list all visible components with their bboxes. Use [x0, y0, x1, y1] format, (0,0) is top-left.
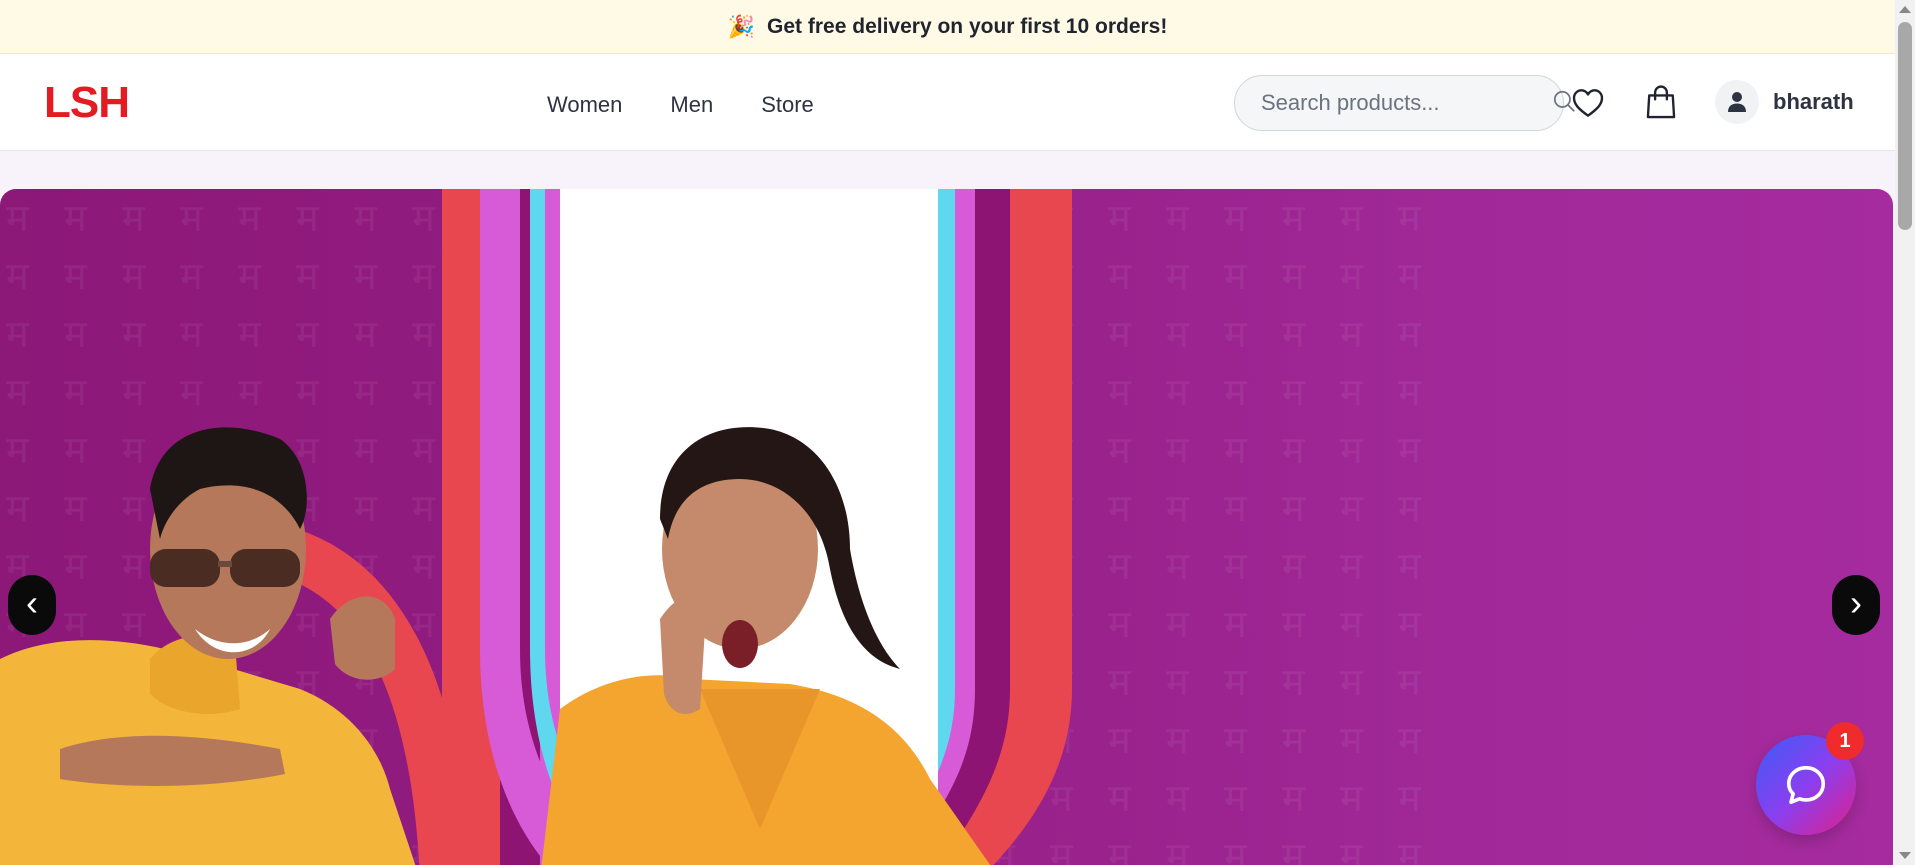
page-scrollbar[interactable]	[1895, 0, 1915, 865]
nav-women[interactable]: Women	[547, 91, 622, 119]
scroll-up-arrow-icon[interactable]	[1899, 6, 1911, 13]
shopping-bag-icon[interactable]	[1640, 81, 1682, 123]
main-nav: Women Men Store	[547, 91, 814, 119]
hero-banner-image: म	[0, 189, 1450, 865]
promo-banner: 🎉 Get free delivery on your first 10 ord…	[0, 0, 1895, 54]
logo[interactable]: LSH	[44, 81, 130, 125]
search-box	[1234, 75, 1575, 131]
hero-carousel: म	[0, 189, 1893, 865]
scrollbar-thumb[interactable]	[1898, 22, 1912, 230]
nav-men[interactable]: Men	[670, 91, 713, 119]
party-popper-icon: 🎉	[727, 13, 756, 39]
carousel-next-button[interactable]: ›	[1832, 575, 1880, 635]
chat-bubble-icon	[1786, 765, 1826, 805]
page: 🎉 Get free delivery on your first 10 ord…	[0, 0, 1915, 865]
username[interactable]: bharath	[1773, 89, 1854, 115]
user-avatar-icon[interactable]	[1715, 80, 1759, 124]
search-input[interactable]	[1259, 89, 1551, 117]
chat-notification-badge: 1	[1826, 722, 1864, 760]
user-profile[interactable]: bharath	[1715, 80, 1854, 124]
hero-section: म	[0, 151, 1895, 865]
wishlist-heart-icon[interactable]	[1568, 83, 1608, 123]
carousel-prev-button[interactable]: ‹	[8, 575, 56, 635]
promo-text: Get free delivery on your first 10 order…	[767, 14, 1168, 38]
site-header: LSH Women Men Store Search products... b…	[0, 55, 1895, 151]
scroll-down-arrow-icon[interactable]	[1899, 852, 1911, 859]
nav-store[interactable]: Store	[761, 91, 814, 119]
